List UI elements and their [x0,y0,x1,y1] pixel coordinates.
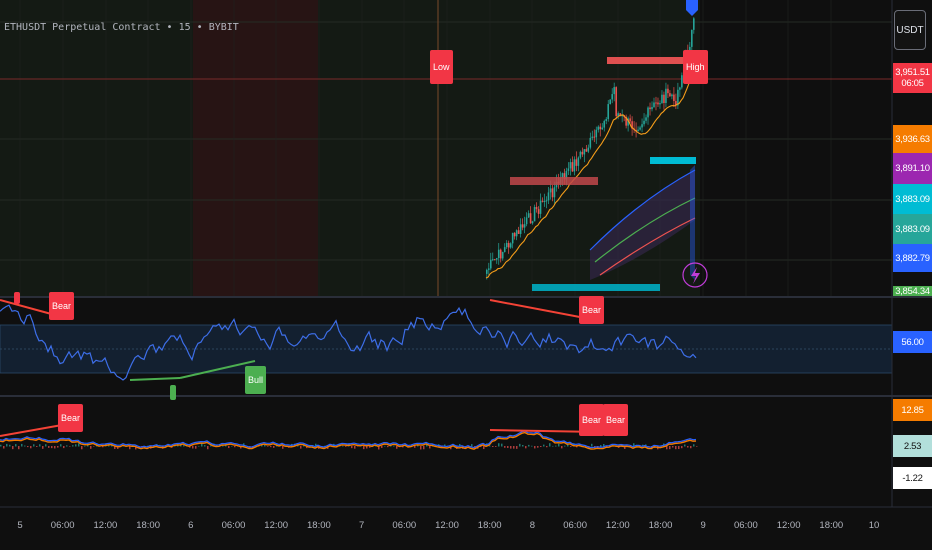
time-label: 12:00 [435,520,459,531]
time-label: 06:00 [563,520,587,531]
low-marker[interactable]: Low [430,50,453,84]
macd-bear-marker-1[interactable]: Bear [58,404,84,432]
time-label: 5 [17,520,23,531]
time-label: 18:00 [648,520,673,531]
time-label: 18:00 [477,520,502,531]
price-tag-ma2: 3,891.10 [893,153,932,184]
time-label: 06:00 [734,520,758,531]
symbol-title[interactable]: ETHUSDT Perpetual Contract • 15 • BYBIT [4,22,239,33]
macd-tag-3: -1.22 [893,467,932,489]
price-tag-band2: 3,883.09 [893,214,932,244]
macd-tag-2: 2.53 [893,435,932,457]
macd-tag-1: 12.85 [893,399,932,421]
session-highlight [193,0,318,296]
time-label: 06:00 [392,520,417,531]
price-tag-last: 3,951.51 06:05 [893,63,932,93]
time-label: 18:00 [136,520,160,531]
price-tag-ma3: 3,882.79 [893,244,932,272]
price-tag-ma1: 3,936.63 [893,125,932,153]
macd-bear-marker-3[interactable]: Bear [603,404,629,436]
time-label: 12:00 [605,520,630,531]
macd-bear-marker-2[interactable]: Bear [579,404,605,436]
time-label: 8 [529,520,536,531]
rsi-value-tag: 56.00 [893,331,932,353]
rsi-bear-marker-1[interactable]: Bear [49,292,75,320]
high-marker[interactable]: High [683,50,708,84]
rsi-bear-marker-2[interactable]: Bear [579,296,605,324]
rsi-bull-marker-0[interactable] [170,385,176,400]
time-label: 12:00 [93,520,118,531]
time-label: 9 [700,520,706,531]
time-label: 12:00 [264,520,289,531]
price-tag-band1: 3,883.09 [893,184,932,214]
time-label: 18:00 [819,520,844,531]
time-label: 06:00 [50,520,75,531]
time-label: 7 [358,520,365,531]
rsi-bull-marker-1[interactable]: Bull [245,366,267,394]
time-label: 12:00 [776,520,801,531]
time-label: 06:00 [221,520,246,531]
time-label: 10 [868,520,880,531]
currency-button[interactable]: USDT [894,10,926,50]
rsi-bear-marker-0[interactable] [14,292,20,304]
time-label: 6 [188,520,194,531]
future-area [700,0,892,296]
time-label: 18:00 [307,520,331,531]
chart-canvas[interactable] [0,0,932,550]
price-tag-ma4: 3,854.34 [893,286,932,296]
